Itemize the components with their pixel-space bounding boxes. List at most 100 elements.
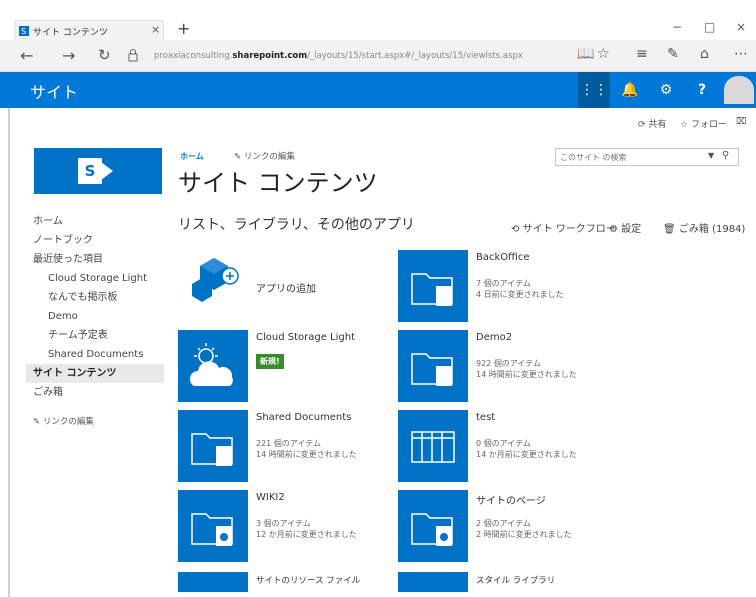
tile-name[interactable]: Cloud Storage Light [256,332,355,343]
tile-item-count: 3 個のアイテム [256,519,311,528]
more-icon[interactable]: ⋯ [734,46,748,62]
tab-title: サイト コンテンツ [33,28,108,38]
tile-name[interactable]: サイトのリソース ファイル [256,574,360,586]
tile-item-count: 0 個のアイテム [476,439,531,448]
tile-site-pages[interactable]: サイトのページ 2 個のアイテム 2 時間前に変更されました [398,490,608,562]
reading-view-icon[interactable]: 📖 [577,46,594,62]
search-icon[interactable]: ⚲ [722,150,729,161]
tile-demo2[interactable]: Demo2 922 個のアイテム 14 時間前に変更されました [398,330,608,402]
refresh-icon[interactable]: ↻ [98,46,111,64]
forward-arrow-icon[interactable]: → [62,46,75,65]
back-arrow-icon[interactable]: ← [20,46,33,65]
web-note-icon[interactable]: ✎ [667,46,679,62]
tile-style-library[interactable]: スタイル ライブラリ [398,572,608,592]
tile-backoffice[interactable]: BackOffice 7 個のアイテム 4 日前に変更されました [398,250,608,322]
document-library-icon [398,572,468,592]
breadcrumb-edit-links[interactable]: ✎ リンクの編集 [234,150,295,162]
maximize-button[interactable]: □ [704,20,715,34]
settings-button[interactable]: ⚙ 設定 [609,220,641,235]
new-tab-button[interactable]: + [177,19,190,38]
section-title: リスト、ライブラリ、その他のアプリ [178,217,415,233]
custom-list-icon [398,410,468,482]
tile-name[interactable]: test [476,412,495,423]
tile-modified: 2 時間前に変更されました [476,530,572,539]
nav-item-recent[interactable]: 最近使った項目 [26,250,164,269]
search-input[interactable] [560,151,700,164]
share-button[interactable]: ⟳ 共有 [638,117,666,130]
tile-test[interactable]: test 0 個のアイテム 14 か月前に変更されました [398,410,608,482]
settings-label: 設定 [621,224,642,235]
site-workflows-button[interactable]: ⟲ サイト ワークフロー [511,220,616,235]
tile-wiki2[interactable]: WIKI2 3 個のアイテム 12 か月前に変更されました [178,490,388,562]
tile-name[interactable]: サイトのページ [476,492,546,507]
focus-mode-icon[interactable]: ⌧ [736,117,746,127]
help-icon[interactable]: ? [686,72,718,108]
pencil-icon: ✎ [234,152,242,162]
app-launcher-icon[interactable]: ⋮⋮ [578,72,610,108]
tile-name[interactable]: スタイル ライブラリ [476,574,555,586]
follow-star-icon: ☆ [680,120,689,130]
nav-item-recycle-bin[interactable]: ごみ箱 [26,383,164,402]
nav-item-shared-documents[interactable]: Shared Documents [26,345,164,364]
avatar[interactable] [724,76,754,104]
tile-item-count: 221 個のアイテム [256,439,322,448]
url-field[interactable]: proaxiaconsulting.sharepoint.com/_layout… [154,47,534,65]
settings-gear-icon[interactable]: ⚙ [650,72,682,108]
tile-add-app[interactable]: アプリの追加 [178,250,388,322]
tile-shared-documents[interactable]: Shared Documents 221 個のアイテム 14 時間前に変更されま… [178,410,388,482]
follow-button[interactable]: ☆ フォロー [680,117,727,130]
window-edge [8,108,10,597]
share-icon[interactable]: ⌂ [700,46,709,62]
ribbon-bar: ⟳ 共有 ☆ フォロー ⌧ [0,108,756,138]
nav-item-bulletin-board[interactable]: なんでも掲示板 [26,288,164,307]
suite-title[interactable]: サイト [30,79,78,103]
nav-edit-links-label: リンクの編集 [42,417,94,427]
pencil-icon: ✎ [33,417,41,427]
tile-name[interactable]: Shared Documents [256,412,351,423]
tile-item-count: 922 個のアイテム [476,359,542,368]
nav-item-team-calendar[interactable]: チーム予定表 [26,326,164,345]
lock-icon [128,49,138,62]
tile-site-assets[interactable]: サイトのリソース ファイル [178,572,388,592]
search-scope-chevron-down-icon[interactable]: ▼ [708,151,714,160]
logo-arrow-icon [101,162,113,180]
notification-bell-icon[interactable]: 🔔 [614,72,646,108]
tile-name[interactable]: Demo2 [476,332,512,343]
document-library-icon [398,250,468,322]
recycle-bin-label: ごみ箱 (1984) [678,224,746,235]
add-app-icon [192,258,239,302]
tile-name[interactable]: WIKI2 [256,492,285,503]
url-host: sharepoint.com [232,51,308,61]
share-label: 共有 [648,120,667,130]
nav-item-demo[interactable]: Demo [26,307,164,326]
nav-item-notebook[interactable]: ノートブック [26,231,164,250]
tile-name[interactable]: BackOffice [476,252,529,263]
tile-modified: 14 時間前に変更されました [256,450,357,459]
search-box[interactable]: ▼ ⚲ [555,148,739,166]
tile-cloud-storage-light[interactable]: Cloud Storage Light 新規! [178,330,388,402]
tile-name[interactable]: アプリの追加 [256,280,316,295]
wiki-library-icon [178,490,248,562]
tab-strip: S サイト コンテンツ × + − □ × [0,0,756,40]
nav-item-cloud-storage-light[interactable]: Cloud Storage Light [26,269,164,288]
favorite-star-icon[interactable]: ☆ [597,46,610,62]
nav-item-site-contents[interactable]: サイト コンテンツ [26,364,164,383]
suite-bar: サイト ⋮⋮ 🔔 ⚙ ? [0,72,756,108]
add-app-thumb [178,250,248,322]
nav-item-home[interactable]: ホーム [26,212,164,231]
nav-edit-links[interactable]: ✎ リンクの編集 [26,413,164,432]
breadcrumb-home[interactable]: ホーム [180,151,204,162]
browser-tab[interactable]: S サイト コンテンツ × [14,20,164,40]
recycle-bin-button[interactable]: 🗑 ごみ箱 (1984) [663,220,745,235]
site-logo[interactable]: S [34,148,162,194]
document-library-icon [398,330,468,402]
hub-icon[interactable]: ≡ [636,46,648,62]
workflow-icon: ⟲ [511,224,520,235]
minimize-button[interactable]: − [672,20,682,34]
address-bar: ← → ↻ proaxiaconsulting.sharepoint.com/_… [0,40,756,72]
url-prefix: proaxiaconsulting. [154,51,233,61]
tab-close-icon[interactable]: × [151,23,160,36]
close-window-button[interactable]: × [736,20,746,34]
tile-modified: 14 時間前に変更されました [476,370,577,379]
share-sync-icon: ⟳ [638,120,646,130]
